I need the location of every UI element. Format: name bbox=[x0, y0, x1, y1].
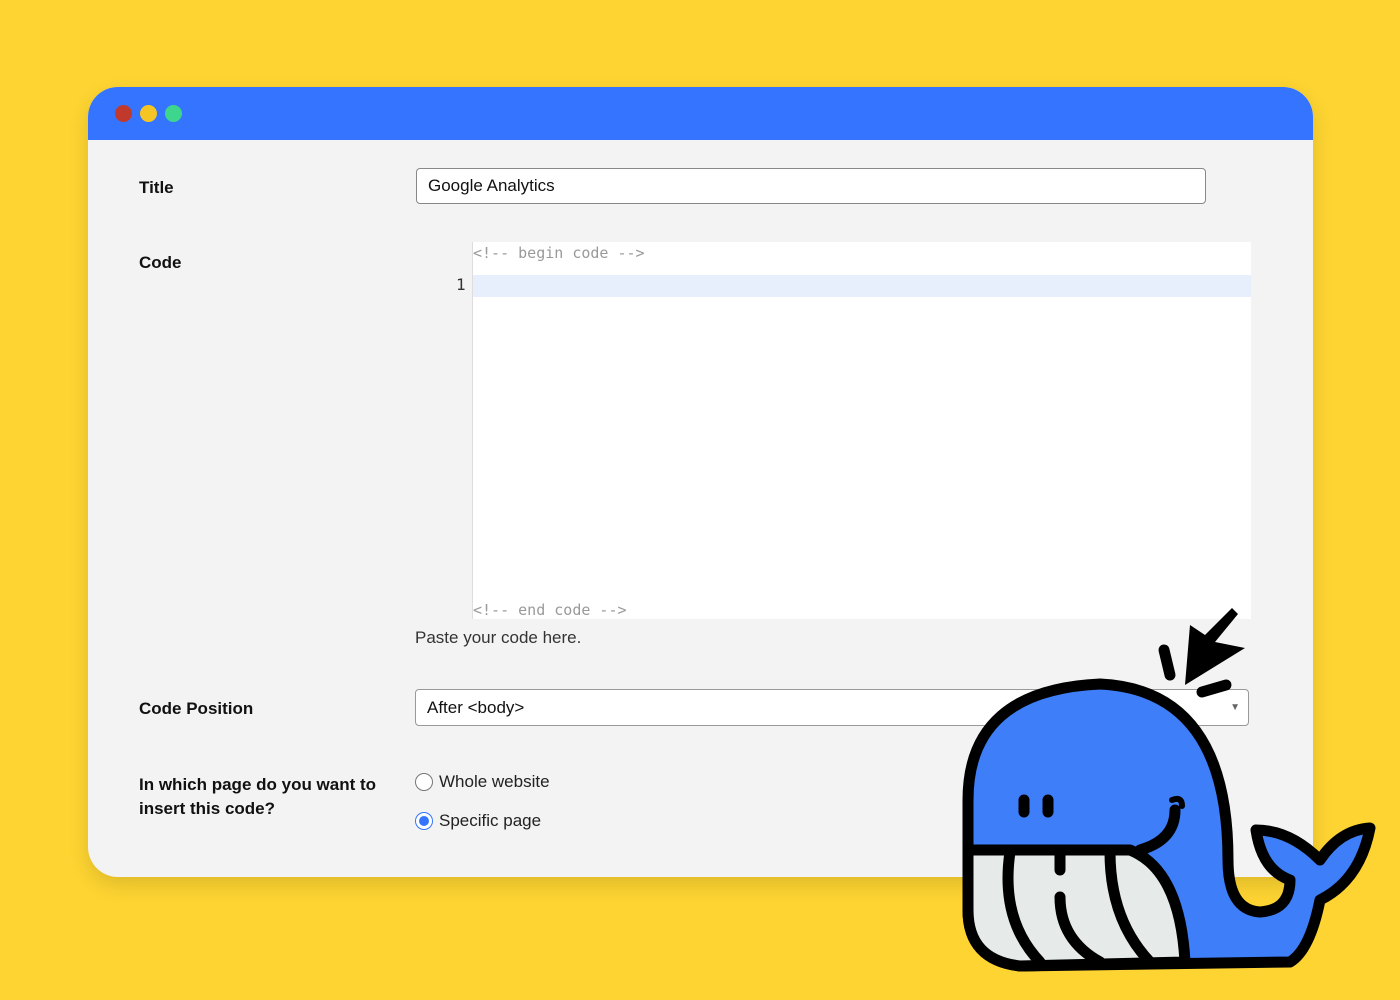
whale-mascot-illustration bbox=[962, 608, 1376, 972]
cursor-arrow-icon bbox=[1185, 608, 1245, 685]
